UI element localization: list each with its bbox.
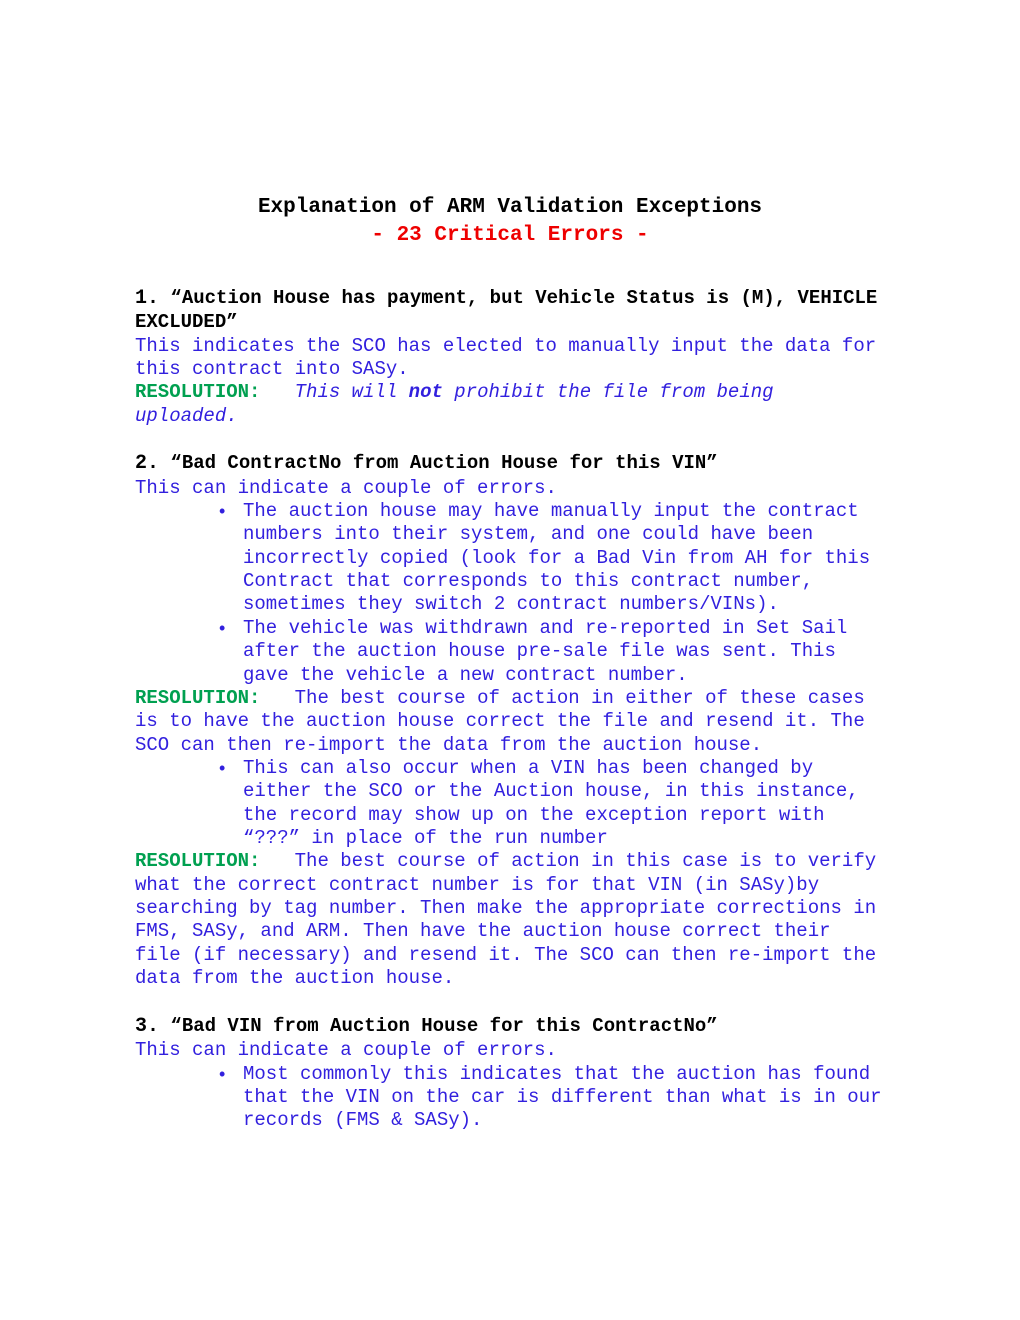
entry-title: “Bad ContractNo from Auction House for t… [170,452,717,474]
entry-number: 3. [135,1015,159,1038]
entry-title: “Auction House has payment, but Vehicle … [135,287,877,334]
list-item: Most commonly this indicates that the au… [219,1063,885,1133]
entry-title: “Bad VIN from Auction House for this Con… [170,1015,717,1037]
error-entry-2: 2. “Bad ContractNo from Auction House fo… [135,452,885,991]
list-item: This can also occur when a VIN has been … [219,757,885,850]
entry-heading: 3. “Bad VIN from Auction House for this … [135,1015,885,1040]
bullet-list: Most commonly this indicates that the au… [135,1063,885,1133]
bullet-list: The auction house may have manually inpu… [135,500,885,687]
title-block: Explanation of ARM Validation Exceptions… [135,195,885,249]
resolution-block: RESOLUTION: The best course of action in… [135,850,885,990]
entry-number: 2. [135,452,159,475]
resolution-line: RESOLUTION: This will not prohibit the f… [135,381,885,428]
resolution-label: RESOLUTION: [135,381,260,403]
page-title-main: Explanation of ARM Validation Exceptions [135,195,885,221]
resolution-label: RESOLUTION: [135,850,260,872]
entry-description: This can indicate a couple of errors. [135,477,885,500]
list-item: The auction house may have manually inpu… [219,500,885,617]
bullet-list: This can also occur when a VIN has been … [135,757,885,850]
entry-description: This indicates the SCO has elected to ma… [135,335,885,382]
error-entry-1: 1. “Auction House has payment, but Vehic… [135,287,885,428]
entry-heading: 1. “Auction House has payment, but Vehic… [135,287,885,335]
entry-description: This can indicate a couple of errors. [135,1039,885,1062]
entry-heading: 2. “Bad ContractNo from Auction House fo… [135,452,885,477]
entry-number: 1. [135,287,159,310]
resolution-emphasis: not [409,381,443,403]
resolution-block: RESOLUTION: The best course of action in… [135,687,885,757]
resolution-label: RESOLUTION: [135,687,260,709]
error-entry-3: 3. “Bad VIN from Auction House for this … [135,1015,885,1133]
list-item: The vehicle was withdrawn and re-reporte… [219,617,885,687]
page-title-sub: - 23 Critical Errors - [135,223,885,249]
